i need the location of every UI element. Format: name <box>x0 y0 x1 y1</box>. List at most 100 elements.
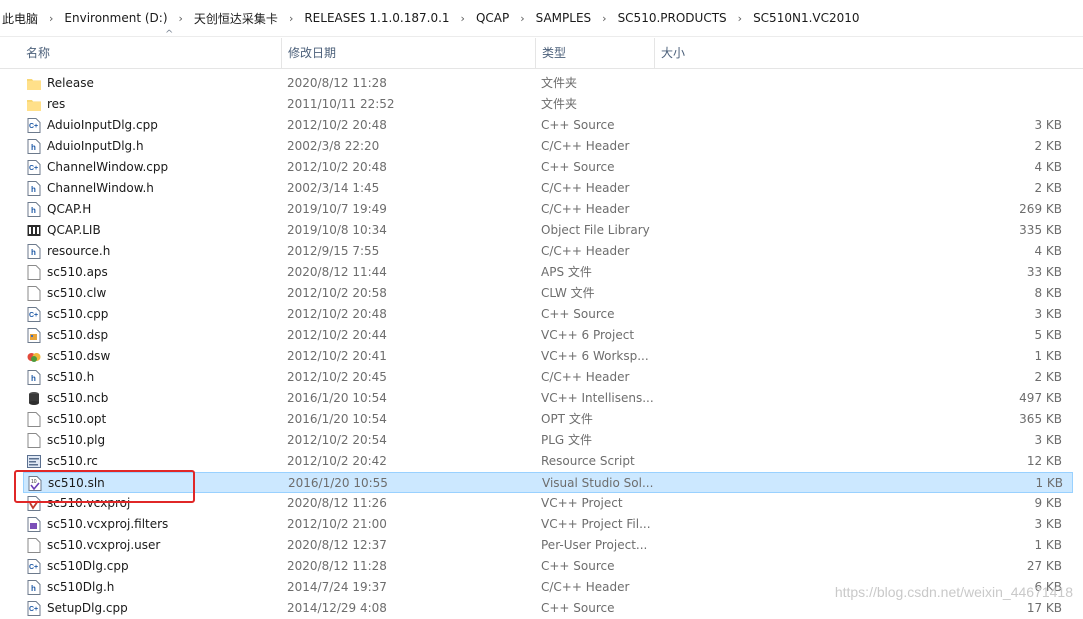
file-date: 2020/8/12 11:28 <box>287 559 387 573</box>
file-name: sc510.cpp <box>47 307 109 321</box>
column-header-bar: ^ 名称 修改日期 类型 大小 <box>0 29 1083 69</box>
file-type: C/C++ Header <box>541 370 630 384</box>
file-type: VC++ 6 Worksp... <box>541 349 649 363</box>
file-row[interactable]: C+ sc510.cpp 2012/10/2 20:48 C++ Source 3 KB <box>23 304 1073 325</box>
column-header-type-label: 类型 <box>542 46 567 60</box>
file-row[interactable]: QCAP.LIB 2019/10/8 10:34 Object File Libra… <box>23 220 1073 241</box>
file-size: 3 KB <box>1034 307 1062 321</box>
file-row[interactable]: C+ ChannelWindow.cpp 2012/10/2 20:48 C++ So… <box>23 157 1073 178</box>
breadcrumb-separator-icon[interactable]: › <box>170 12 192 25</box>
file-date: 2014/12/29 4:08 <box>287 601 387 615</box>
breadcrumb-item[interactable]: 天创恒达采集卡 <box>192 10 280 27</box>
file-type: Visual Studio Sol... <box>542 476 654 490</box>
file-row[interactable]: C+ SetupDlg.cpp 2014/12/29 4:08 C++ Source 1… <box>23 598 1073 619</box>
breadcrumb-separator-icon[interactable]: › <box>729 12 751 25</box>
file-name: sc510.plg <box>47 433 106 447</box>
file-size: 27 KB <box>1026 559 1062 573</box>
file-row[interactable]: sc510.vcxproj.filters 2012/10/2 21:00 VC++… <box>23 514 1073 535</box>
file-type: C++ Source <box>541 160 615 174</box>
svg-text:C+: C+ <box>29 123 38 130</box>
file-row[interactable]: sc510.dsp 2012/10/2 20:44 VC++ 6 Project 5 … <box>23 325 1073 346</box>
address-breadcrumb[interactable]: 此电脑 › Environment (D:) › 天创恒达采集卡 › RELEASES 1.… <box>0 0 1083 37</box>
breadcrumb-item[interactable]: 此电脑 <box>0 10 40 27</box>
file-type: C/C++ Header <box>541 580 630 594</box>
file-type: 文件夹 <box>541 76 578 90</box>
breadcrumb-item[interactable]: SAMPLES <box>534 11 594 25</box>
file-row[interactable]: C+ AduioInputDlg.cpp 2012/10/2 20:48 C++ So… <box>23 115 1073 136</box>
file-date: 2012/10/2 20:48 <box>287 118 387 132</box>
column-header-type[interactable]: 类型 <box>536 38 655 68</box>
breadcrumb-separator-icon[interactable]: › <box>280 12 302 25</box>
file-date: 2011/10/11 22:52 <box>287 97 395 111</box>
file-type: APS 文件 <box>541 265 592 279</box>
file-size <box>923 94 1062 115</box>
file-row[interactable]: h ChannelWindow.h 2002/3/14 1:45 C/C++ Head… <box>23 178 1073 199</box>
breadcrumb-separator-icon[interactable]: › <box>511 12 533 25</box>
file-size: 2 KB <box>1034 370 1062 384</box>
file-name: res <box>47 97 66 111</box>
file-name: sc510.rc <box>47 454 98 468</box>
breadcrumb-item[interactable]: SC510.PRODUCTS <box>616 11 729 25</box>
breadcrumb-item[interactable]: RELEASES 1.1.0.187.0.1 <box>302 11 451 25</box>
breadcrumb-item[interactable]: SC510N1.VC2010 <box>751 11 861 25</box>
file-type: C/C++ Header <box>541 244 630 258</box>
file-row[interactable]: h sc510.h 2012/10/2 20:45 C/C++ Header 2 KB <box>23 367 1073 388</box>
file-row[interactable]: h resource.h 2012/9/15 7:55 C/C++ Header 4 K… <box>23 241 1073 262</box>
file-row[interactable]: Release 2020/8/12 11:28 文件夹 <box>23 73 1073 94</box>
watermark: https://blog.csdn.net/weixin_44671418 <box>834 584 1073 600</box>
svg-text:h: h <box>31 248 36 257</box>
breadcrumb-separator-icon[interactable]: › <box>452 12 474 25</box>
file-type: VC++ 6 Project <box>541 328 635 342</box>
file-date: 2020/8/12 12:37 <box>287 538 387 552</box>
file-date: 2019/10/7 19:49 <box>287 202 387 216</box>
file-date: 2012/10/2 20:58 <box>287 286 387 300</box>
file-row[interactable]: C+ sc510Dlg.cpp 2020/8/12 11:28 C++ Source 2… <box>23 556 1073 577</box>
file-date: 2012/10/2 20:45 <box>287 370 387 384</box>
file-type: C/C++ Header <box>541 181 630 195</box>
file-name: sc510Dlg.h <box>47 580 115 594</box>
breadcrumb-item[interactable]: Environment (D:) <box>62 11 169 25</box>
database-icon <box>27 391 41 406</box>
sort-ascending-icon: ^ <box>165 29 174 40</box>
file-date: 2014/7/24 19:37 <box>287 580 387 594</box>
cpp-file-icon: C+ <box>27 307 41 322</box>
file-type: C++ Source <box>541 559 615 573</box>
file-date: 2020/8/12 11:26 <box>287 496 387 510</box>
file-row[interactable]: h AduioInputDlg.h 2002/3/8 22:20 C/C++ Head… <box>23 136 1073 157</box>
file-name: sc510.aps <box>47 265 108 279</box>
file-type: Object File Library <box>541 223 650 237</box>
file-row[interactable]: sc510.dsw 2012/10/2 20:41 VC++ 6 Worksp...… <box>23 346 1073 367</box>
file-name: sc510.h <box>47 370 95 384</box>
file-size: 2 KB <box>1034 139 1062 153</box>
file-row[interactable]: sc510.ncb 2016/1/20 10:54 VC++ Intellisens… <box>23 388 1073 409</box>
cpp-file-icon: C+ <box>27 601 41 616</box>
file-type: 文件夹 <box>541 97 578 111</box>
file-name: QCAP.H <box>47 202 92 216</box>
header-file-icon: h <box>27 139 41 154</box>
file-row[interactable]: sc510.plg 2012/10/2 20:54 PLG 文件 3 KB <box>23 430 1073 451</box>
file-row[interactable]: sc510.opt 2016/1/20 10:54 OPT 文件 365 KB <box>23 409 1073 430</box>
file-row[interactable]: sc510.rc 2012/10/2 20:42 Resource Script 12… <box>23 451 1073 472</box>
file-row[interactable]: sc510.aps 2020/8/12 11:44 APS 文件 33 KB <box>23 262 1073 283</box>
cpp-file-icon: C+ <box>27 559 41 574</box>
blank-file-icon <box>27 412 41 427</box>
column-header-date[interactable]: 修改日期 <box>282 38 536 68</box>
file-name: AduioInputDlg.h <box>47 139 144 153</box>
svg-text:C+: C+ <box>29 165 38 172</box>
file-row[interactable]: sc510.vcxproj.user 2020/8/12 12:37 Per-Use… <box>23 535 1073 556</box>
file-row[interactable]: sc510.clw 2012/10/2 20:58 CLW 文件 8 KB <box>23 283 1073 304</box>
breadcrumb-separator-icon[interactable]: › <box>40 12 62 25</box>
file-row[interactable]: res 2011/10/11 22:52 文件夹 <box>23 94 1073 115</box>
column-header-name[interactable]: ^ 名称 <box>20 29 282 68</box>
file-type: PLG 文件 <box>541 433 593 447</box>
file-type: Per-User Project... <box>541 538 648 552</box>
file-size: 9 KB <box>1034 496 1062 510</box>
header-file-icon: h <box>27 580 41 595</box>
header-file-icon: h <box>27 181 41 196</box>
file-size: 3 KB <box>1034 433 1062 447</box>
breadcrumb-item[interactable]: QCAP <box>474 11 511 25</box>
column-header-size[interactable]: 大小 <box>655 38 1083 68</box>
file-row[interactable]: h QCAP.H 2019/10/7 19:49 C/C++ Header 269 KB <box>23 199 1073 220</box>
file-name: sc510.vcxproj.user <box>47 538 161 552</box>
breadcrumb-separator-icon[interactable]: › <box>593 12 615 25</box>
